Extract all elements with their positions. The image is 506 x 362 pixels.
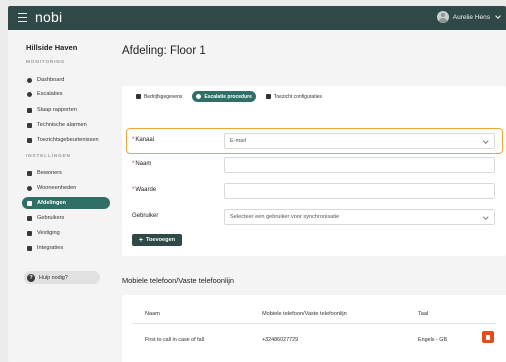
- naam-input[interactable]: [224, 157, 495, 173]
- sidebar-item-toezichtsgebeurtenissen[interactable]: Toezichtsgebeurtenissen: [22, 134, 110, 146]
- sidebar-item-label: Vestiging: [37, 230, 60, 236]
- sidebar-item-label: Dashboard: [37, 77, 65, 83]
- sidebar-item-label: Toezichtsgebeurtenissen: [37, 137, 99, 143]
- tab-label: Bedrijfsgegevens: [144, 93, 183, 100]
- row-name: First to call in case of fall: [145, 337, 205, 343]
- waarde-label: *Waarde: [132, 187, 157, 193]
- add-button-label: Toevoegen: [145, 237, 176, 243]
- chevron-down-icon: [482, 214, 488, 220]
- residents-icon: [27, 170, 32, 176]
- naam-row: *Naam: [122, 154, 506, 176]
- sidebar-item-label: Afdelingen: [37, 200, 66, 206]
- sidebar-item-wooneenheden[interactable]: Wooneenheden: [22, 182, 110, 194]
- monitor-icon: [27, 137, 32, 143]
- table-divider: [132, 323, 496, 324]
- naam-label: *Naam: [132, 161, 152, 167]
- tab-label: Escalatie procedure: [204, 93, 252, 100]
- sidebar-item-dashboard[interactable]: Dashboard: [22, 74, 110, 86]
- sidebar-item-label: Wooneenheden: [37, 185, 77, 191]
- sidebar-item-gebruikers[interactable]: Gebruikers: [22, 212, 110, 224]
- monitor-icon: [265, 94, 271, 99]
- sidebar-item-afdelingen[interactable]: Afdelingen: [22, 197, 110, 209]
- phones-table: Naam Mobiele telefoon/Vaste telefoonlijn…: [122, 295, 506, 362]
- question-icon: ?: [27, 273, 35, 282]
- plus-icon: +: [138, 236, 143, 244]
- sidebar-item-slaap-rapporten[interactable]: Slaap rapporten: [22, 104, 110, 116]
- kanaal-label: *Kanaal: [132, 137, 155, 143]
- waarde-row: *Waarde: [122, 180, 506, 202]
- top-bar: nobi Aurelie Hens: [8, 6, 506, 30]
- app-logo: nobi: [35, 9, 63, 25]
- units-icon: [27, 185, 32, 191]
- sidebar: Hillside Haven MONITORING Dashboard Esca…: [8, 30, 116, 362]
- dashboard-icon: [27, 77, 32, 83]
- sidebar-item-label: Gebruikers: [37, 215, 65, 221]
- column-header-phone: Mobiele telefoon/Vaste telefoonlijn: [262, 311, 347, 317]
- sidebar-item-escalaties[interactable]: Escalaties: [22, 88, 110, 100]
- sidebar-item-technische-alarmen[interactable]: Technische alarmen: [22, 119, 110, 131]
- chevron-down-icon: [495, 13, 501, 19]
- kanaal-select[interactable]: E-mail: [224, 133, 495, 149]
- tab-toezicht-configuraties[interactable]: Toezicht configuraties: [262, 91, 326, 102]
- wrench-icon: [27, 122, 32, 128]
- user-menu[interactable]: Aurelie Hens: [436, 11, 501, 23]
- gebruiker-row: Gebruiker Selecteer een gebruiker voor s…: [122, 206, 506, 228]
- sidebar-item-label: Bewoners: [37, 170, 62, 176]
- section-settings: INSTELLINGEN: [26, 154, 71, 159]
- integrations-icon: [27, 245, 32, 251]
- avatar: [436, 11, 449, 23]
- phones-section-title: Mobiele telefoon/Vaste telefoonlijn: [122, 276, 235, 285]
- add-button[interactable]: + Toevoegen: [132, 234, 182, 246]
- menu-icon[interactable]: [18, 13, 27, 22]
- waarde-input[interactable]: [224, 183, 495, 199]
- report-icon: [27, 107, 32, 113]
- gebruiker-select[interactable]: Selecteer een gebruiker voor synchronisa…: [224, 209, 495, 225]
- column-header-naam: Naam: [145, 311, 160, 317]
- user-name: Aurelie Hens: [452, 13, 490, 21]
- home-icon: [27, 230, 32, 236]
- app-window: nobi Aurelie Hens Hillside Haven MONITOR…: [8, 6, 506, 362]
- tab-bar: Bedrijfsgegevens Escalatie procedure Toe…: [132, 91, 326, 102]
- kanaal-value: E-mail: [230, 138, 246, 144]
- kanaal-row: *Kanaal E-mail: [122, 130, 506, 152]
- bell-icon: [196, 94, 202, 99]
- escalation-form-card: Bedrijfsgegevens Escalatie procedure Toe…: [122, 86, 506, 256]
- tab-label: Toezicht configuraties: [273, 93, 322, 100]
- gebruiker-label: Gebruiker: [132, 213, 159, 219]
- sidebar-item-label: Technische alarmen: [37, 122, 87, 128]
- page-title: Afdeling: Floor 1: [122, 45, 206, 57]
- building-icon: [136, 94, 141, 99]
- help-label: Hulp nodig?: [39, 274, 68, 281]
- row-phone: +32486027729: [262, 337, 299, 343]
- users-icon: [27, 215, 32, 221]
- departments-icon: [27, 200, 32, 206]
- help-button[interactable]: ? Hulp nodig?: [24, 271, 100, 284]
- tab-bedrijfsgegevens[interactable]: Bedrijfsgegevens: [132, 91, 186, 102]
- sidebar-item-bewoners[interactable]: Bewoners: [22, 167, 110, 179]
- tab-escalatie-procedure[interactable]: Escalatie procedure: [192, 91, 256, 102]
- sidebar-item-label: Slaap rapporten: [37, 107, 77, 113]
- sidebar-item-integraties[interactable]: Integraties: [22, 242, 110, 254]
- pin-icon: [27, 91, 32, 97]
- organization-name: Hillside Haven: [26, 43, 78, 52]
- column-header-taal: Taal: [418, 311, 429, 317]
- chevron-down-icon: [482, 138, 488, 144]
- sidebar-item-label: Integraties: [37, 245, 64, 251]
- trash-icon: [486, 334, 490, 340]
- section-monitoring: MONITORING: [26, 60, 66, 65]
- delete-button[interactable]: [482, 331, 494, 343]
- row-language: Engels - GB: [418, 337, 448, 343]
- gebruiker-placeholder: Selecteer een gebruiker voor synchronisa…: [230, 214, 340, 220]
- sidebar-item-vestiging[interactable]: Vestiging: [22, 227, 110, 239]
- sidebar-item-label: Escalaties: [37, 91, 63, 97]
